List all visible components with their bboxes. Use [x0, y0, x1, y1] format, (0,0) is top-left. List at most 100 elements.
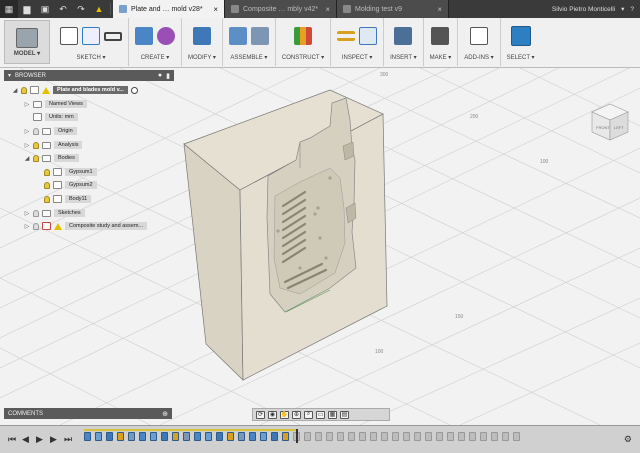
visibility-bulb-icon[interactable]: [33, 127, 39, 135]
tree-item-analysis[interactable]: ▷ Analysis: [24, 140, 83, 150]
timeline-feature-icon[interactable]: [227, 432, 234, 441]
timeline-feature-icon[interactable]: [139, 432, 146, 441]
timeline-feature-icon[interactable]: [436, 432, 443, 441]
collapse-arrow-icon[interactable]: ◢: [24, 155, 30, 162]
tree-item-bodies[interactable]: ◢ Bodies: [24, 153, 79, 163]
tab-document-3[interactable]: Molding test v9 ×: [337, 0, 449, 18]
orbit-icon[interactable]: ⟳: [256, 410, 265, 419]
line-icon[interactable]: [82, 27, 100, 45]
timeline-feature-icon[interactable]: [337, 432, 344, 441]
sketch-icon[interactable]: [60, 27, 78, 45]
file-menu-icon[interactable]: ▆: [18, 0, 36, 18]
viewcube[interactable]: FRONT LEFT: [591, 103, 629, 141]
create-group[interactable]: CREATE ▾: [129, 18, 182, 66]
timeline-feature-icon[interactable]: [513, 432, 520, 441]
visibility-bulb-icon[interactable]: [33, 141, 39, 149]
timeline-feature-icon[interactable]: [282, 432, 289, 441]
step-forward-icon[interactable]: ▶: [50, 434, 57, 445]
scripts-icon[interactable]: [469, 27, 488, 45]
help-icon[interactable]: ?: [630, 6, 634, 13]
browser-header[interactable]: ▾ BROWSER ● ▮: [4, 70, 174, 81]
close-icon[interactable]: ×: [213, 5, 218, 14]
timeline-feature-icon[interactable]: [194, 432, 201, 441]
visibility-bulb-icon[interactable]: [44, 181, 50, 189]
add-ins-group[interactable]: ADD-INS ▾: [458, 18, 501, 66]
visibility-bulb-icon[interactable]: [44, 195, 50, 203]
select-group[interactable]: SELECT ▾: [501, 18, 541, 66]
close-icon[interactable]: ×: [325, 5, 330, 14]
timeline-feature-icon[interactable]: [491, 432, 498, 441]
modify-group[interactable]: MODIFY ▾: [182, 18, 223, 66]
timeline-feature-icon[interactable]: [161, 432, 168, 441]
timeline-feature-icon[interactable]: [502, 432, 509, 441]
mold-body[interactable]: [183, 89, 388, 381]
assemble-group[interactable]: ASSEMBLE ▾: [223, 18, 276, 66]
pan-icon[interactable]: ✋: [280, 410, 289, 419]
timeline-feature-icon[interactable]: [238, 432, 245, 441]
timeline-feature-icon[interactable]: [458, 432, 465, 441]
tree-item-units[interactable]: Units: mm: [24, 112, 78, 122]
sketch-group[interactable]: SKETCH ▾: [54, 18, 129, 66]
insert-image-icon[interactable]: [394, 27, 413, 45]
rectangle-icon[interactable]: [104, 31, 122, 41]
zoom-window-icon[interactable]: ⌕: [304, 410, 313, 419]
section-analysis-icon[interactable]: [359, 27, 378, 45]
joint-icon[interactable]: [250, 27, 269, 45]
timeline-feature-icon[interactable]: [348, 432, 355, 441]
activate-target-icon[interactable]: [130, 86, 138, 94]
save-icon[interactable]: ▣: [36, 0, 54, 18]
play-icon[interactable]: ▶: [36, 434, 43, 445]
make-group[interactable]: MAKE ▾: [424, 18, 459, 66]
app-grid-icon[interactable]: ▦: [0, 0, 18, 18]
tree-item-origin[interactable]: ▷ Origin: [24, 126, 77, 136]
collapse-icon[interactable]: ▮: [166, 72, 170, 80]
workspace-switcher[interactable]: MODEL ▾: [4, 20, 50, 64]
measure-icon[interactable]: [337, 31, 356, 41]
visibility-bulb-icon[interactable]: [33, 222, 39, 230]
expand-arrow-icon[interactable]: ▷: [24, 128, 30, 135]
tree-root[interactable]: ◢ Plate and blades mold v...: [12, 85, 138, 95]
expand-arrow-icon[interactable]: ▷: [24, 142, 30, 149]
visibility-bulb-icon[interactable]: [33, 209, 39, 217]
timeline-marker[interactable]: [296, 429, 298, 443]
timeline-feature-icon[interactable]: [414, 432, 421, 441]
insert-group[interactable]: INSERT ▾: [384, 18, 424, 66]
timeline-feature-icon[interactable]: [381, 432, 388, 441]
3d-print-icon[interactable]: [431, 27, 450, 45]
timeline-feature-icon[interactable]: [315, 432, 322, 441]
timeline-feature-icon[interactable]: [150, 432, 157, 441]
go-to-start-icon[interactable]: ⏮: [8, 434, 16, 445]
timeline-feature-icon[interactable]: [106, 432, 113, 441]
timeline-feature-icon[interactable]: [447, 432, 454, 441]
pin-icon[interactable]: ●: [158, 72, 162, 80]
grid-settings-icon[interactable]: ▦: [328, 410, 337, 419]
timeline-feature-icon[interactable]: [469, 432, 476, 441]
look-at-icon[interactable]: ◉: [268, 410, 277, 419]
timeline-feature-icon[interactable]: [117, 432, 124, 441]
timeline-feature-icon[interactable]: [425, 432, 432, 441]
timeline-feature-icon[interactable]: [205, 432, 212, 441]
go-to-end-icon[interactable]: ⏭: [64, 434, 72, 445]
visibility-bulb-icon[interactable]: [21, 86, 27, 94]
timeline-feature-icon[interactable]: [249, 432, 256, 441]
expand-arrow-icon[interactable]: ▷: [24, 223, 30, 230]
timeline-feature-icon[interactable]: [271, 432, 278, 441]
press-pull-icon[interactable]: [192, 27, 211, 45]
offset-plane-icon[interactable]: [294, 27, 313, 45]
timeline-feature-icon[interactable]: [359, 432, 366, 441]
visibility-bulb-icon[interactable]: [33, 154, 39, 162]
construct-group[interactable]: CONSTRUCT ▾: [276, 18, 332, 66]
timeline-feature-icon[interactable]: [216, 432, 223, 441]
viewports-icon[interactable]: ▤: [340, 410, 349, 419]
form-icon[interactable]: [157, 27, 175, 45]
expand-arrow-icon[interactable]: ▷: [24, 210, 30, 217]
timeline-feature-icon[interactable]: [304, 432, 311, 441]
timeline-feature-icon[interactable]: [403, 432, 410, 441]
timeline-feature-icon[interactable]: [172, 432, 179, 441]
timeline-feature-icon[interactable]: [128, 432, 135, 441]
gear-icon[interactable]: ⚙: [624, 434, 632, 445]
zoom-icon[interactable]: ⊕: [292, 410, 301, 419]
tree-item-gypsum2[interactable]: Gypsum2: [44, 180, 97, 190]
visibility-bulb-icon[interactable]: [44, 168, 50, 176]
select-cursor-icon[interactable]: [510, 26, 531, 46]
